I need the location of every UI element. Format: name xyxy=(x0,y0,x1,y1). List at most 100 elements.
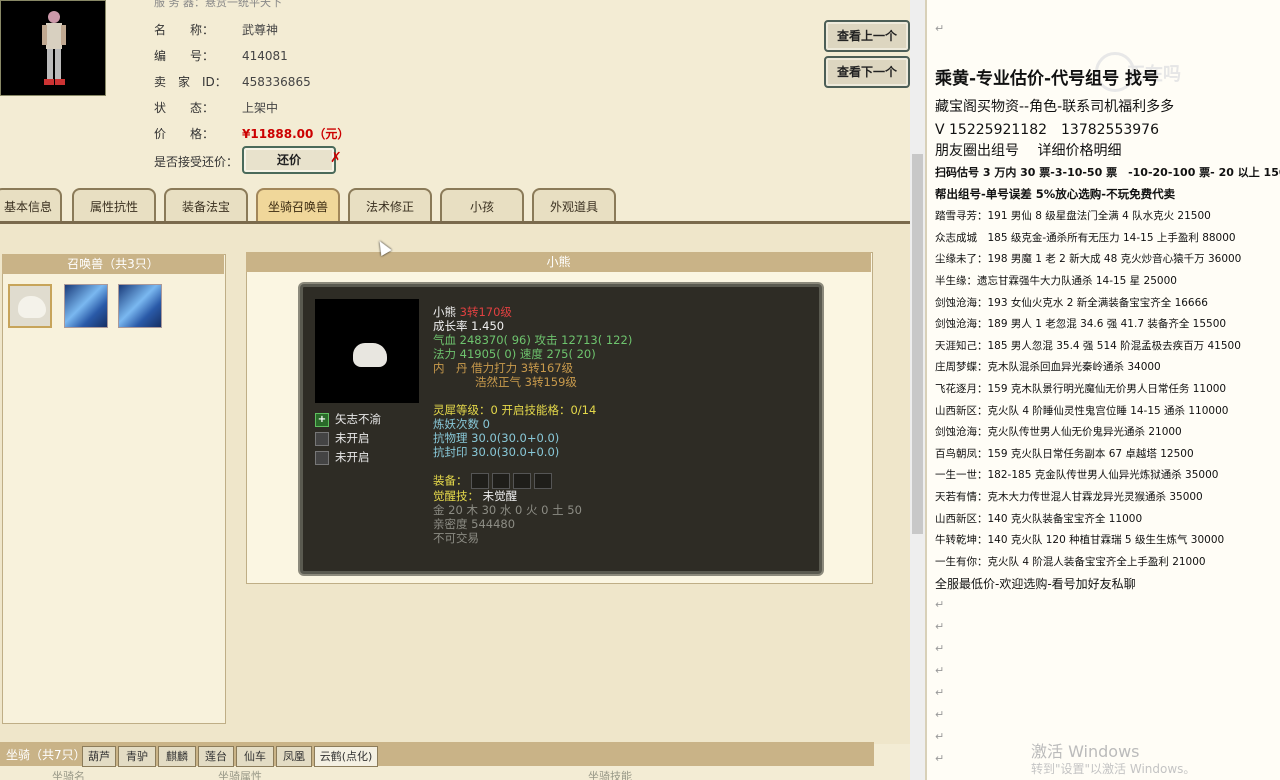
mount-tab[interactable]: 葫芦 xyxy=(82,746,116,767)
mount-col-attr: 坐骑属性 xyxy=(218,770,262,780)
paragraph-mark-icon: ↵ xyxy=(935,752,945,765)
pet-elements: 金 20 木 30 水 0 火 0 土 50 xyxy=(433,503,582,517)
pet-awake-row: 觉醒技： 未觉醒 xyxy=(433,489,518,503)
ad-headline: 乘黄-专业估价-代号组号 找号 xyxy=(935,69,1160,89)
equip-slot[interactable] xyxy=(512,473,531,489)
paragraph-mark-icon: ↵ xyxy=(935,664,945,677)
scrollbar-thumb[interactable] xyxy=(912,154,923,534)
mount-tab[interactable]: 莲台 xyxy=(198,746,234,767)
tab-attributes[interactable]: 属性抗性 xyxy=(72,188,156,222)
character-figure-icon xyxy=(42,11,66,85)
listing-line: 天涯知己：185 男人忽混 35.4 强 514 阶混孟极去疾百万 41500 xyxy=(935,340,1241,352)
paragraph-mark-icon: ↵ xyxy=(935,686,945,699)
listing-line: 天若有情：克木大力传世混人甘霖龙异光灵猴通杀 35000 xyxy=(935,491,1203,503)
listing-line: 一生有你：克火队 4 阶混人装备宝宝齐全上手盈利 21000 xyxy=(935,556,1206,568)
id-row: 编 号： 414081 xyxy=(154,49,288,63)
name-row: 名 称： 武尊神 xyxy=(154,23,279,37)
listing-line: 一生一世：182-185 克金队传世男人仙异光炼狱通杀 35000 xyxy=(935,469,1219,481)
mount-section-title: 坐骑（共7只） xyxy=(6,748,86,762)
tab-equipment[interactable]: 装备法宝 xyxy=(164,188,248,222)
bear-icon xyxy=(353,343,387,367)
listing-line: 百鸟朝凤：159 克火队日常任务副本 67 卓越塔 12500 xyxy=(935,448,1194,460)
listing-line: 山西新区：克火队 4 阶睡仙灵性鬼宫位睡 14-15 通杀 110000 xyxy=(935,405,1229,417)
paragraph-mark-icon: ↵ xyxy=(935,598,945,611)
seller-id: 458336865 xyxy=(242,75,311,89)
pet-skill[interactable]: + 矢志不渝 xyxy=(315,411,381,427)
tab-mount-summon[interactable]: 坐骑召唤兽 xyxy=(256,188,340,222)
pet-mp-spd: 法力 41905( 0) 速度 275( 20) xyxy=(433,347,596,361)
listing-line: 尘缘未了：198 男魔 1 老 2 新大成 48 克火炒音心猿千万 36000 xyxy=(935,253,1242,265)
state-row: 状 态： 上架中 xyxy=(154,101,279,115)
listing-line: 庄周梦蝶：克木队混杀回血异光秦岭通杀 34000 xyxy=(935,361,1161,373)
pet-intimacy: 亲密度 544480 xyxy=(433,517,516,531)
item-state: 上架中 xyxy=(242,101,279,115)
ad-line: 藏宝阁买物资--角色-联系司机福利多多 xyxy=(935,99,1175,115)
listing-line: 剑蚀沧海：193 女仙火克水 2 新全满装备宝宝齐全 16666 xyxy=(935,297,1208,309)
pet-equip-row: 装备： xyxy=(433,473,552,489)
mount-tab[interactable]: 凤凰 xyxy=(276,746,312,767)
mount-col-skill: 坐骑技能 xyxy=(588,770,632,780)
summon-detail-title: 小熊 xyxy=(246,252,871,272)
item-id: 414081 xyxy=(242,49,288,63)
footer-line: 全服最低价-欢迎选购-看号加好友私聊 xyxy=(935,577,1136,591)
tab-appearance[interactable]: 外观道具 xyxy=(532,188,616,222)
mount-col-name: 坐骑名 xyxy=(52,770,85,780)
pet-skill[interactable]: 未开启 xyxy=(315,449,370,465)
mount-tab-active[interactable]: 云鹤(点化) xyxy=(314,746,378,767)
listing-line: 半生缘：遗忘甘霖强牛大力队通杀 14-15 星 25000 xyxy=(935,275,1177,287)
seller-row: 卖 家 ID： 458336865 xyxy=(154,75,311,89)
listing-line: 剑蚀沧海：189 男人 1 老忽混 34.6 强 41.7 装备齐全 15500 xyxy=(935,318,1227,330)
summon-ice-icon[interactable] xyxy=(118,284,162,328)
equip-slot[interactable] xyxy=(491,473,510,489)
skill-slot-icon xyxy=(315,450,329,465)
listing-line: 山西新区：140 克火队装备宝宝齐全 11000 xyxy=(935,513,1143,525)
pet-growth: 成长率 1.450 xyxy=(433,319,505,333)
character-avatar xyxy=(0,0,106,96)
pet-resist-physical: 抗物理 30.0(30.0+0.0) xyxy=(433,431,560,445)
ad-line: 朋友圈出组号 详细价格明细 xyxy=(935,143,1122,159)
windows-activation-watermark: 激活 Windows xyxy=(1031,742,1140,761)
listing-line: 踏雪寻芳：191 男仙 8 级星盘法门全满 4 队水克火 21500 xyxy=(935,210,1211,222)
summon-detail-card: 小熊 3转170级 成长率 1.450 气血 248370( 96) 攻击 12… xyxy=(300,284,822,574)
pet-neidan: 内 丹 借力打力 3转167级 xyxy=(433,361,574,375)
pet-trade: 不可交易 xyxy=(433,531,479,545)
tab-basic-info[interactable]: 基本信息 xyxy=(0,188,62,222)
prev-item-button[interactable]: 查看上一个 xyxy=(824,20,910,52)
skill-slot-icon xyxy=(315,431,329,446)
summon-ice-icon[interactable] xyxy=(64,284,108,328)
no-offer-icon: ✗ xyxy=(330,150,342,166)
pet-lingxi: 灵犀等级：0 开启技能格：0/14 xyxy=(433,403,597,417)
listing-line: 剑蚀沧海：克火队传世男人仙无价鬼异光通杀 21000 xyxy=(935,426,1182,438)
pet-neidan-2: 浩然正气 3转159级 xyxy=(475,375,577,389)
ad-phone: V 15225921182 13782553976 xyxy=(935,122,1159,138)
paragraph-mark-icon: ↵ xyxy=(935,620,945,633)
mount-tab[interactable]: 仙车 xyxy=(236,746,274,767)
next-item-button[interactable]: 查看下一个 xyxy=(824,56,910,88)
price-row: 价 格： ¥11888.00（元） xyxy=(154,127,350,141)
tab-spell[interactable]: 法术修正 xyxy=(348,188,432,222)
cbg-item-page: 服 务 器：悬赏一统平天下 名 称： 武尊神 编 号： 414081 卖 家 ID：… xyxy=(0,0,925,780)
page-scrollbar[interactable] xyxy=(910,0,925,780)
server-line: 服 务 器：悬赏一统平天下 xyxy=(154,0,282,9)
paragraph-mark-icon: ↵ xyxy=(935,708,945,721)
paragraph-mark-icon: ↵ xyxy=(935,730,945,743)
ad-line: 帮出组号-单号误差 5%放心选购-不玩免费代卖 xyxy=(935,187,1176,201)
listing-line: 众志成城 185 级克金-通杀所有无压力 14-15 上手盈利 88000 xyxy=(935,232,1236,244)
equip-slot[interactable] xyxy=(470,473,489,489)
pet-resist-seal: 抗封印 30.0(30.0+0.0) xyxy=(433,445,560,459)
pet-lianyao: 炼妖次数 0 xyxy=(433,417,490,431)
listing-line: 飞花逐月：159 克木队景行明光魔仙无价男人日常任务 11000 xyxy=(935,383,1227,395)
summon-bear-icon[interactable] xyxy=(8,284,52,328)
equip-slot[interactable] xyxy=(533,473,552,489)
mount-tab[interactable]: 麒麟 xyxy=(158,746,196,767)
tab-child[interactable]: 小孩 xyxy=(440,188,524,222)
summon-portrait xyxy=(315,299,419,403)
listing-line: 牛转乾坤：140 克火队 120 种植甘霖瑞 5 级生生炼气 30000 xyxy=(935,534,1225,546)
item-price: ¥11888.00（元） xyxy=(242,127,350,141)
windows-activation-hint: 转到"设置"以激活 Windows。 xyxy=(1031,762,1196,776)
pet-skill[interactable]: 未开启 xyxy=(315,430,370,446)
character-name: 武尊神 xyxy=(242,23,279,37)
offer-row: 是否接受还价： xyxy=(154,155,239,169)
counter-offer-button[interactable]: 还价 xyxy=(242,146,336,174)
mount-tab[interactable]: 青驴 xyxy=(118,746,156,767)
